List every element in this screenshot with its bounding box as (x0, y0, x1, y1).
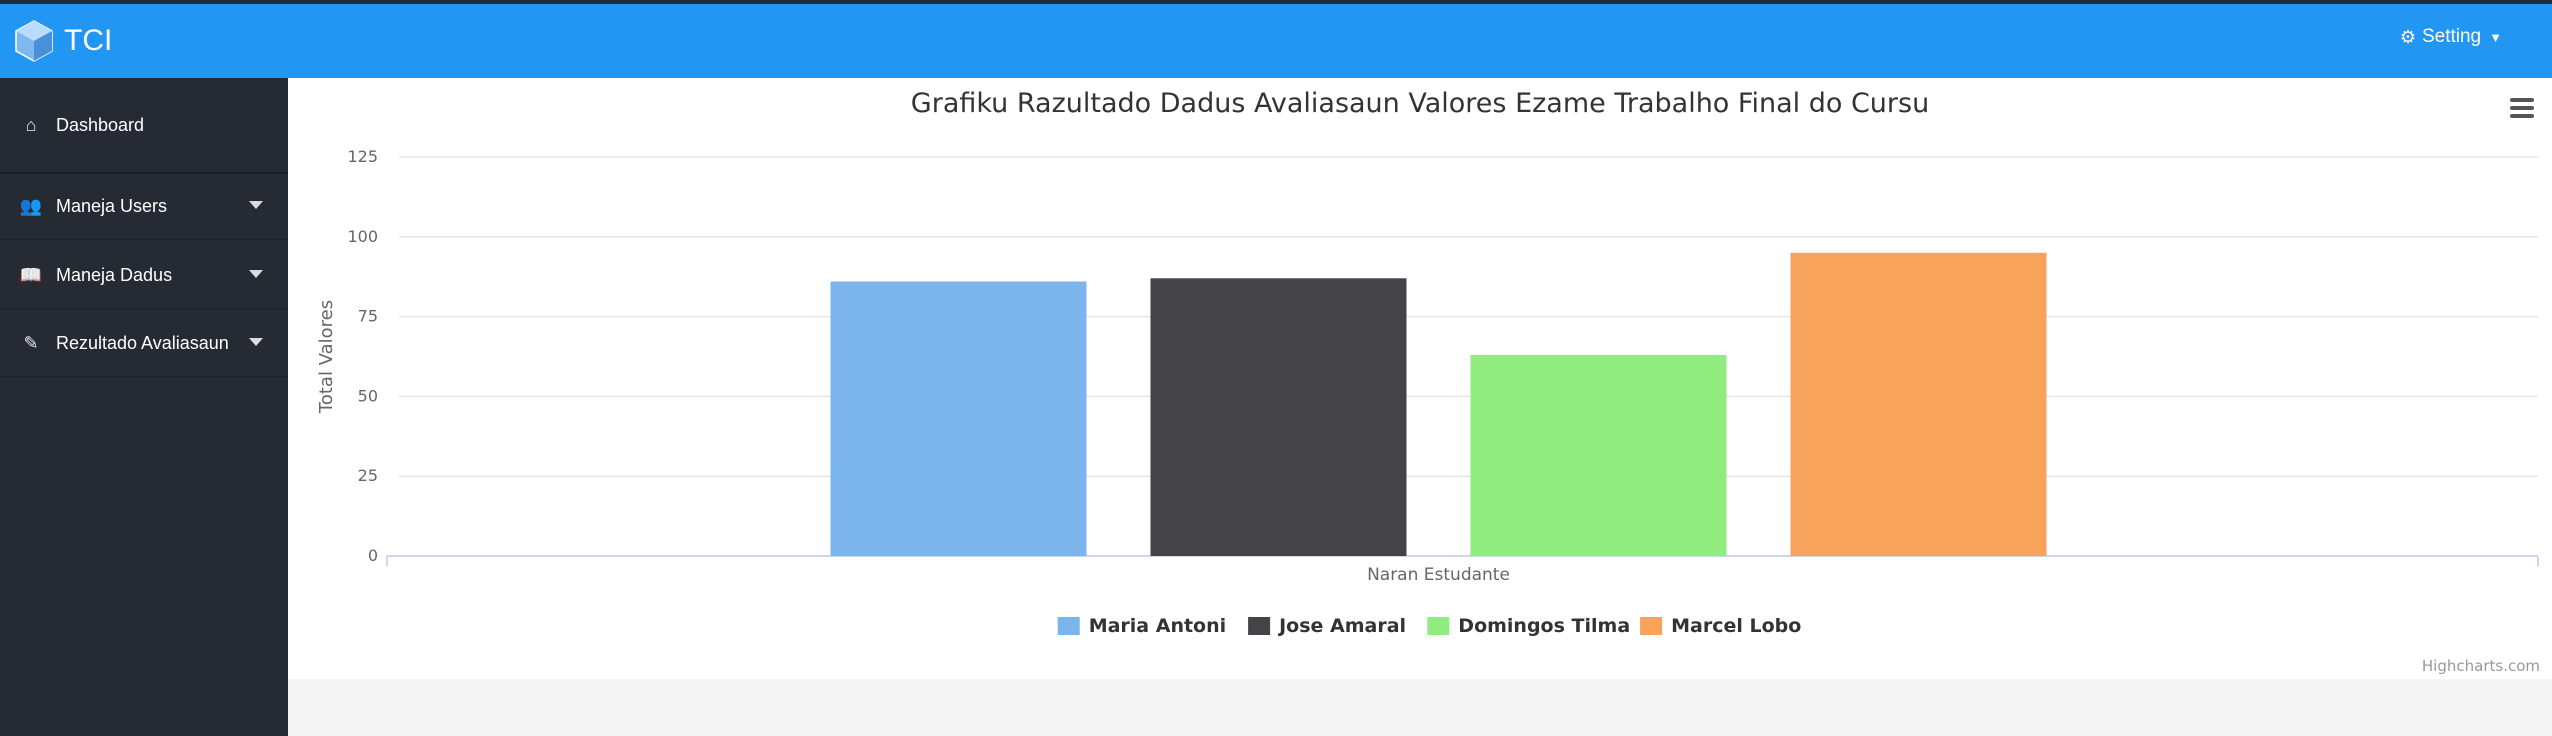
legend-item-label: Jose Amaral (1277, 615, 1406, 637)
caret-down-icon: ▼ (2489, 29, 2502, 45)
sidebar: ⌂ Dashboard 👥 Maneja Users 📖 Maneja Dadu… (0, 78, 288, 736)
gear-icon: ⚙ (2399, 26, 2416, 47)
sidebar-item-maneja-dadus[interactable]: 📖 Maneja Dadus (0, 242, 288, 309)
y-axis-label: Total Valores (316, 300, 337, 414)
pencil-icon: ✎ (23, 332, 39, 353)
legend-item-label: Domingos Tilma (1458, 615, 1630, 637)
y-tick-label: 125 (347, 147, 378, 166)
sidebar-item-label: Maneja Users (56, 195, 168, 216)
home-icon: ⌂ (25, 114, 37, 135)
caret-down-icon (249, 201, 263, 209)
sidebar-item-label: Maneja Dadus (56, 264, 173, 285)
cube-logo-icon (15, 20, 53, 62)
legend-swatch (1640, 617, 1663, 635)
top-navbar: TCI ⚙ Setting ▼ (0, 4, 2552, 78)
setting-label: Setting (2421, 26, 2482, 47)
sidebar-item-maneja-users[interactable]: 👥 Maneja Users (0, 173, 288, 240)
bar-maria-antoni (830, 281, 1087, 556)
brand-name: TCI (64, 24, 113, 57)
caret-down-icon (249, 270, 263, 278)
y-tick-label: 100 (347, 227, 378, 246)
y-tick-label: 50 (358, 386, 378, 405)
setting-dropdown[interactable]: ⚙ Setting ▼ (2400, 22, 2502, 52)
y-tick-label: 75 (358, 307, 378, 326)
bar-domingos-tilma (1470, 354, 1727, 556)
legend-item-label: Marcel Lobo (1671, 615, 1801, 637)
bar-marcel-lobo (1790, 252, 2047, 556)
legend-swatch (1248, 617, 1271, 635)
chart-panel: Grafiku Razultado Dadus Avaliasaun Valor… (288, 78, 2552, 679)
sidebar-item-rezultado-avaliasaun[interactable]: ✎ Rezultado Avaliasaun (0, 310, 288, 377)
bar-chart: 0 25 50 75 100 125 Naran Estudante Total Valore… (316, 147, 2540, 675)
y-tick-label: 0 (368, 546, 378, 565)
x-axis-label: Naran Estudante (1367, 565, 1510, 585)
page-background (288, 679, 2552, 736)
caret-down-icon (249, 338, 263, 346)
legend-item-label: Maria Antoni (1089, 615, 1226, 637)
brand-link[interactable]: TCI (14, 18, 112, 64)
legend-swatch (1427, 617, 1450, 635)
users-icon: 👥 (19, 195, 43, 216)
sidebar-item-label: Dashboard (56, 114, 145, 135)
y-tick-label: 25 (358, 466, 378, 485)
sidebar-item-label: Rezultado Avaliasaun (56, 332, 229, 353)
bar-jose-amaral (1150, 278, 1407, 556)
sidebar-item-dashboard[interactable]: ⌂ Dashboard (0, 78, 288, 174)
legend-swatch (1057, 617, 1080, 635)
credits-label: Highcharts.com (2422, 657, 2540, 675)
book-icon: 📖 (19, 264, 43, 285)
